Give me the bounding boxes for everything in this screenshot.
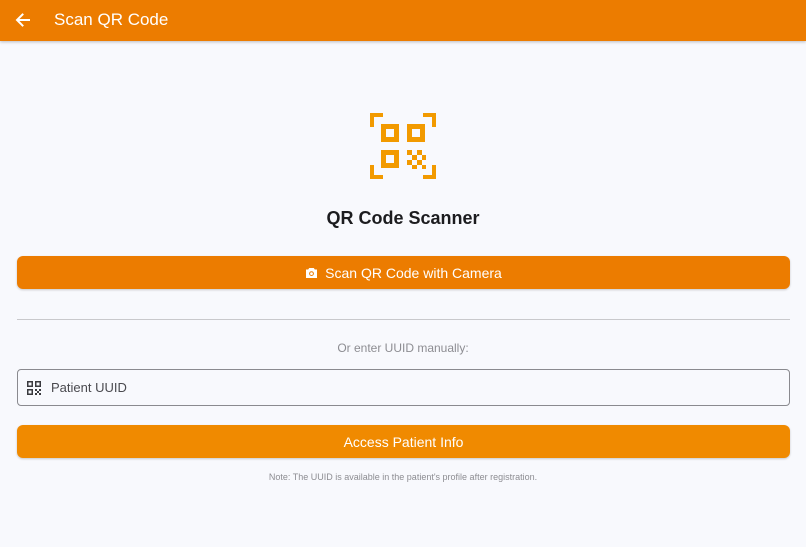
arrow-back-icon: [15, 13, 30, 27]
access-button-label: Access Patient Info: [343, 433, 464, 450]
patient-uuid-input[interactable]: [51, 370, 781, 405]
app-bar: Scan QR Code: [0, 0, 806, 41]
qr-code-scanner-icon: [369, 112, 437, 180]
qr-code-icon: [26, 380, 42, 396]
patient-uuid-field[interactable]: [17, 369, 790, 406]
scan-button-label: Scan QR Code with Camera: [325, 264, 502, 281]
access-patient-info-button[interactable]: Access Patient Info: [17, 425, 790, 458]
scanner-heading: QR Code Scanner: [326, 208, 480, 228]
back-button[interactable]: [10, 8, 34, 32]
camera-icon: [305, 267, 318, 279]
page-title: Scan QR Code: [54, 10, 169, 29]
manual-entry-label: Or enter UUID manually:: [337, 341, 469, 355]
uuid-note: Note: The UUID is available in the patie…: [268, 472, 538, 482]
scan-with-camera-button[interactable]: Scan QR Code with Camera: [17, 256, 790, 289]
divider: [17, 319, 790, 320]
